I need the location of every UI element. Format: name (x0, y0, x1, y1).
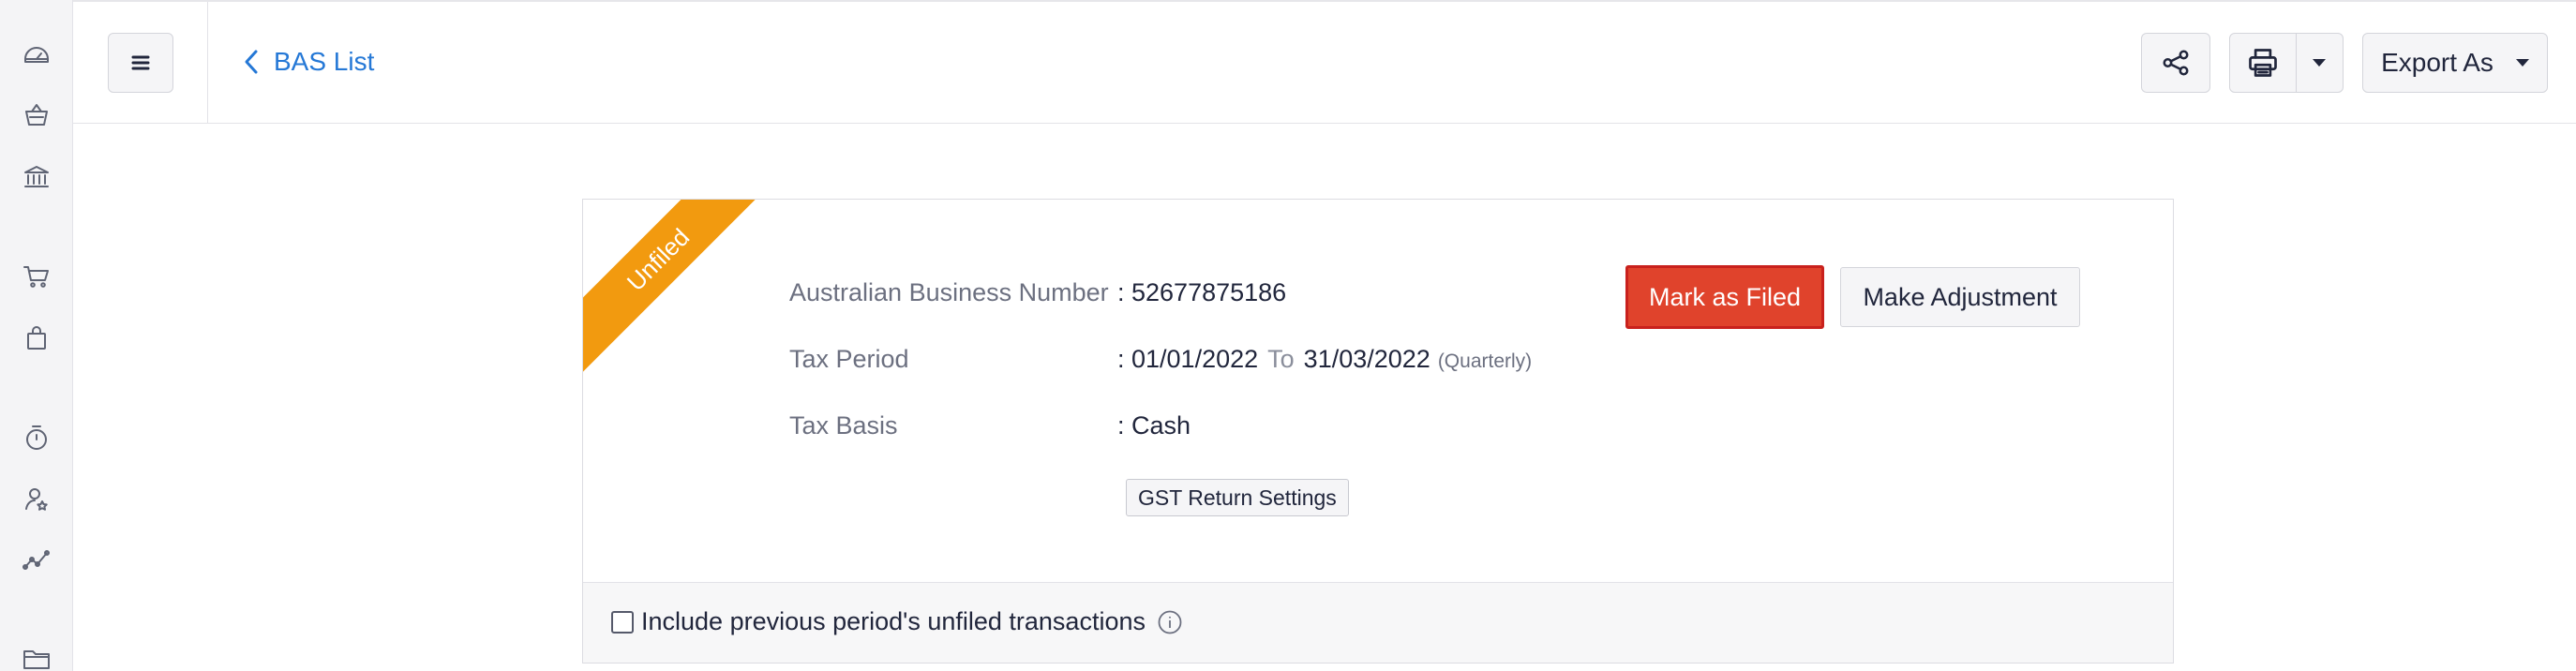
share-button[interactable] (2141, 33, 2210, 93)
documents-icon[interactable] (21, 643, 52, 671)
card-footer: Include previous period's unfiled transa… (583, 582, 2173, 663)
tax-basis-value: : Cash (1117, 411, 1191, 440)
hamburger-icon (131, 55, 150, 70)
include-unfiled-option: Include previous period's unfiled transa… (611, 607, 1183, 636)
bas-summary-card: Unfiled Australian Business Number : 526… (582, 199, 2174, 664)
tax-basis-label: Tax Basis (789, 411, 898, 440)
tax-period-row: Tax Period : 01/01/2022 To 31/03/2022 (Q… (789, 345, 1532, 374)
printer-icon (2249, 49, 2277, 77)
sales-cart-icon[interactable] (21, 261, 52, 292)
info-icon[interactable] (1157, 609, 1183, 635)
back-link-label: BAS List (274, 47, 375, 76)
tax-period-to: To (1267, 345, 1295, 373)
tax-basis-row: Tax Basis : Cash (789, 411, 1191, 440)
mark-as-filed-button[interactable]: Mark as Filed (1625, 265, 1824, 329)
purchases-bag-icon[interactable] (21, 322, 52, 354)
ribbon-fold (582, 360, 583, 371)
items-basket-icon[interactable] (21, 99, 52, 131)
back-to-bas-list-link[interactable]: BAS List (242, 43, 374, 81)
abn-label: Australian Business Number (789, 278, 1109, 306)
tax-period-end: 31/03/2022 (1303, 345, 1430, 373)
print-options-dropdown[interactable] (2297, 34, 2343, 92)
tax-period-start: : 01/01/2022 (1117, 345, 1259, 373)
time-tracking-icon[interactable] (21, 422, 52, 454)
include-unfiled-label[interactable]: Include previous period's unfiled transa… (641, 607, 1146, 636)
caret-down-icon (2515, 59, 2529, 67)
include-unfiled-checkbox[interactable] (611, 610, 634, 634)
banking-icon[interactable] (21, 161, 52, 193)
tax-period-type: (Quarterly) (1437, 350, 1533, 372)
caret-down-icon (2313, 59, 2327, 67)
export-as-label: Export As (2381, 48, 2494, 77)
abn-row: Australian Business Number : 52677875186 (789, 278, 1286, 307)
share-icon (2163, 50, 2189, 76)
export-as-dropdown[interactable]: Export As (2362, 33, 2548, 93)
tax-period-label: Tax Period (789, 345, 909, 373)
status-ribbon-label: Unfiled (583, 200, 759, 376)
abn-value: : 52677875186 (1117, 278, 1287, 306)
print-button-group (2229, 33, 2344, 93)
reports-icon[interactable] (21, 544, 52, 575)
print-button[interactable] (2230, 34, 2297, 92)
page-header: BAS List Export As (73, 0, 2576, 124)
chevron-left-icon (245, 50, 258, 74)
left-nav-rail (0, 0, 73, 671)
accountant-icon[interactable] (21, 484, 52, 515)
menu-section (73, 2, 208, 124)
status-ribbon: Unfiled (583, 200, 759, 376)
gst-return-settings-button[interactable]: GST Return Settings (1126, 479, 1349, 516)
hamburger-menu-button[interactable] (108, 33, 173, 93)
dashboard-icon[interactable] (21, 37, 52, 69)
make-adjustment-button[interactable]: Make Adjustment (1840, 267, 2080, 327)
